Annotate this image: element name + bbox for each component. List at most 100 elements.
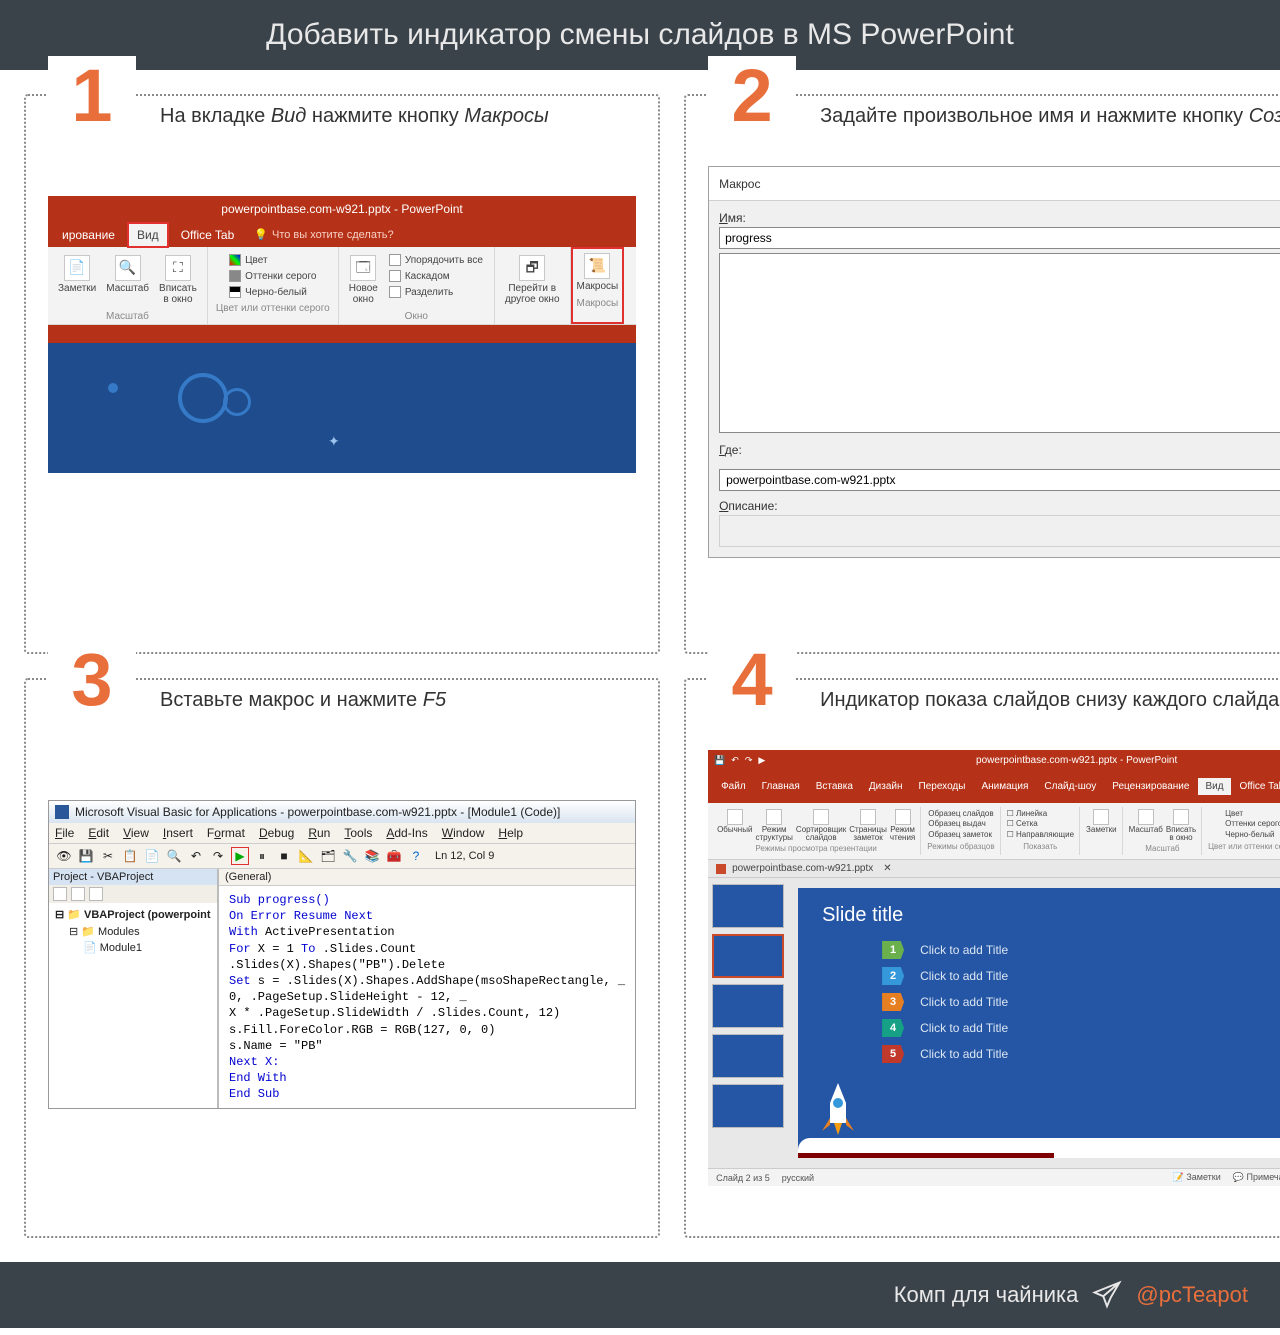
menu-tools[interactable]: Tools: [344, 826, 372, 840]
thumb-3[interactable]: [712, 984, 784, 1028]
slide-row-2: Click to add Title: [920, 969, 1008, 983]
tab-file[interactable]: Файл: [714, 778, 753, 795]
undo-icon4[interactable]: ↶: [731, 755, 739, 766]
menu-run[interactable]: Run: [308, 826, 330, 840]
tell-me-hint[interactable]: 💡 Что вы хотите сделать?: [254, 228, 393, 241]
cascade-button[interactable]: Каскадом: [386, 269, 486, 283]
macro-name-input[interactable]: [719, 227, 1280, 249]
undo-icon[interactable]: ↶: [187, 847, 205, 865]
code-pane[interactable]: (General) Sub progress() On Error Resume…: [219, 869, 635, 1108]
tab-animation[interactable]: Анимация: [974, 778, 1035, 795]
autosave-icon[interactable]: 💾: [714, 755, 725, 766]
zoom-button4[interactable]: Масштаб: [1129, 809, 1163, 842]
cut-icon[interactable]: ✂: [99, 847, 117, 865]
view-icon[interactable]: 👁: [55, 847, 73, 865]
group-color-label: Цвет или оттенки серого: [216, 303, 330, 314]
run-icon[interactable]: ▶: [231, 847, 249, 865]
step-4-screenshot: 💾 ↶ ↷ ▶ powerpointbase.com-w921.pptx - P…: [708, 750, 1280, 1186]
ribbon-tab-prev[interactable]: ирование: [54, 224, 123, 246]
menu-file[interactable]: File: [55, 826, 74, 840]
new-window-button[interactable]: 🗔Новое окно: [347, 253, 380, 307]
find-icon[interactable]: 🔍: [165, 847, 183, 865]
grid-check[interactable]: ☐ Сетка: [1007, 819, 1074, 829]
code-dropdown[interactable]: (General): [219, 869, 635, 886]
notes-page-button[interactable]: Страницы заметок: [849, 809, 887, 842]
handout-master-button[interactable]: Образец выдач: [928, 819, 993, 829]
menu-help[interactable]: Help: [498, 826, 523, 840]
macros-button[interactable]: 📜Макросы: [575, 251, 621, 294]
redo-icon[interactable]: ↷: [209, 847, 227, 865]
sorter-view-button[interactable]: Сортировщик слайдов: [796, 809, 846, 842]
menu-addins[interactable]: Add-Ins: [386, 826, 427, 840]
proj-icon[interactable]: 🗂: [319, 847, 337, 865]
bw-button4[interactable]: Черно-белый: [1225, 830, 1280, 840]
tab-insert[interactable]: Вставка: [809, 778, 860, 795]
tab-review[interactable]: Рецензирование: [1105, 778, 1196, 795]
tab-transitions[interactable]: Переходы: [912, 778, 973, 795]
reading-view-button[interactable]: Режим чтения: [890, 809, 915, 842]
vba-toolbar: 👁 💾 ✂ 📋 📄 🔍 ↶ ↷ ▶ ⏸ ■ 📐 🗂 🔧 📚 🧰 ? Ln 12,…: [49, 843, 635, 869]
where-select[interactable]: powerpointbase.com-w921.pptx: [719, 469, 1280, 491]
menu-edit[interactable]: Edit: [88, 826, 109, 840]
ribbon-tab-view[interactable]: Вид: [127, 222, 169, 248]
color-button[interactable]: Цвет: [226, 253, 319, 267]
tab-home[interactable]: Главная: [755, 778, 807, 795]
slide-master-button[interactable]: Образец слайдов: [928, 809, 993, 819]
telegram-handle[interactable]: @pcTeapot: [1136, 1282, 1248, 1308]
notes-button[interactable]: 📄Заметки: [56, 253, 98, 307]
thumb-5[interactable]: [712, 1084, 784, 1128]
switch-window-button[interactable]: 🗗Перейти в другое окно: [503, 253, 562, 307]
tbx-icon[interactable]: 🧰: [385, 847, 403, 865]
tab-officetab[interactable]: Office Tab: [1233, 778, 1280, 795]
stop-icon[interactable]: ■: [275, 847, 293, 865]
start-icon[interactable]: ▶: [758, 755, 765, 766]
macro-list[interactable]: [719, 253, 1280, 433]
document-tab[interactable]: powerpointbase.com-w921.pptx ✕: [708, 860, 1280, 878]
paste-icon[interactable]: 📄: [143, 847, 161, 865]
guides-check[interactable]: ☐ Направляющие: [1007, 830, 1074, 840]
obj-icon[interactable]: 📚: [363, 847, 381, 865]
prop-icon[interactable]: 🔧: [341, 847, 359, 865]
status-notes[interactable]: 📝 Заметки: [1173, 1172, 1221, 1183]
ribbon-tab-officetab[interactable]: Office Tab: [173, 224, 243, 246]
fit-window-button[interactable]: ⛶Вписать в окно: [157, 253, 199, 307]
tab-design[interactable]: Дизайн: [862, 778, 910, 795]
ruler-check[interactable]: ☐ Линейка: [1007, 809, 1074, 819]
menu-view[interactable]: View: [123, 826, 149, 840]
notes-toggle[interactable]: Заметки: [1086, 809, 1117, 834]
menu-format[interactable]: Format: [207, 826, 245, 840]
menu-window[interactable]: Window: [442, 826, 485, 840]
grayscale-button[interactable]: Оттенки серого: [226, 269, 319, 283]
outline-view-button[interactable]: Режим структуры: [755, 809, 792, 842]
thumb-2[interactable]: [712, 934, 784, 978]
notes-master-button[interactable]: Образец заметок: [928, 830, 993, 840]
current-slide[interactable]: Slide title 1Click to add Title 2Click t…: [798, 888, 1280, 1158]
thumb-4[interactable]: [712, 1034, 784, 1078]
copy-icon[interactable]: 📋: [121, 847, 139, 865]
tree-modules[interactable]: ⊟ 📁 Modules: [55, 924, 211, 941]
menu-insert[interactable]: Insert: [163, 826, 193, 840]
design-icon[interactable]: 📐: [297, 847, 315, 865]
menu-debug[interactable]: Debug: [259, 826, 294, 840]
split-button[interactable]: Разделить: [386, 285, 486, 299]
color-button4[interactable]: Цвет: [1225, 809, 1280, 819]
pause-icon[interactable]: ⏸: [253, 847, 271, 865]
project-explorer: Project - VBAProject ⊟ 📁 VBAProject (pow…: [49, 869, 219, 1108]
normal-view-button[interactable]: Обычный: [717, 809, 752, 842]
tree-project[interactable]: ⊟ 📁 VBAProject (powerpoint: [55, 907, 211, 924]
zoom-button[interactable]: 🔍Масштаб: [104, 253, 151, 307]
redo-icon4[interactable]: ↷: [745, 755, 753, 766]
tab-slideshow[interactable]: Слайд-шоу: [1037, 778, 1103, 795]
slide-title: Slide title: [822, 904, 1280, 927]
fit-button4[interactable]: Вписать в окно: [1166, 809, 1196, 842]
arrange-all-button[interactable]: Упорядочить все: [386, 253, 486, 267]
language-indicator[interactable]: русский: [782, 1173, 814, 1183]
help-icon2[interactable]: ?: [407, 847, 425, 865]
bw-button[interactable]: Черно-белый: [226, 285, 319, 299]
tree-module1[interactable]: 📄 Module1: [55, 940, 211, 957]
tab-view[interactable]: Вид: [1198, 778, 1230, 795]
grayscale-button4[interactable]: Оттенки серого: [1225, 819, 1280, 829]
thumb-1[interactable]: [712, 884, 784, 928]
save-icon[interactable]: 💾: [77, 847, 95, 865]
status-comments[interactable]: 💬 Примечания: [1233, 1172, 1280, 1183]
